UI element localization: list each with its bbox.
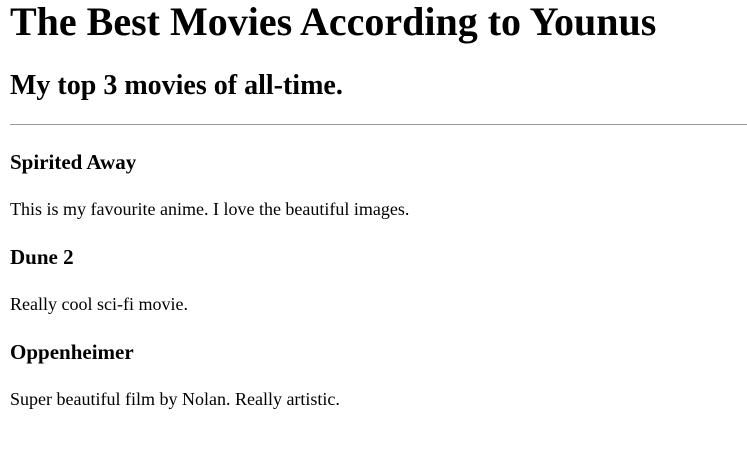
movie-description-spirited-away: This is my favourite anime. I love the b…: [10, 199, 410, 219]
movie-description-oppenheimer: Super beautiful film by Nolan. Really ar…: [10, 389, 340, 409]
page-subtitle: My top 3 movies of all-time.: [10, 70, 343, 101]
movie-title-spirited-away: Spirited Away: [10, 150, 137, 174]
movie-description-dune-2: Really cool sci-fi movie.: [10, 294, 188, 314]
page-title: The Best Movies According to Younus: [10, 0, 657, 44]
movie-title-oppenheimer: Oppenheimer: [10, 340, 134, 364]
movie-list: Spirited Away This is my favourite anime…: [10, 150, 747, 410]
divider: [10, 124, 747, 125]
movie-title-dune-2: Dune 2: [10, 245, 74, 269]
